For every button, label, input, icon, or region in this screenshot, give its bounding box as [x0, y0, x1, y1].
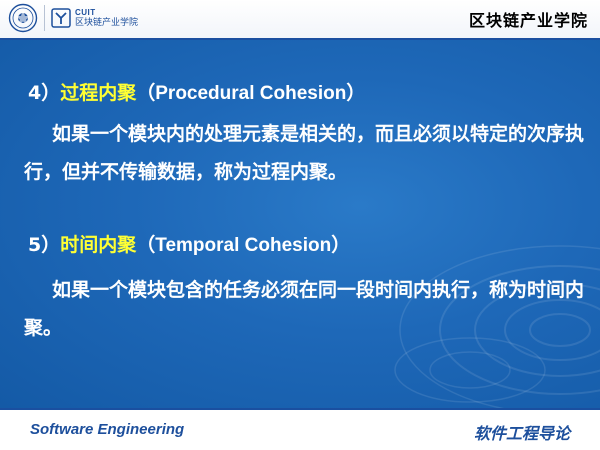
- slide-footer: Software Engineering 软件工程导论: [0, 410, 600, 450]
- section-term: 过程内聚: [60, 82, 137, 104]
- section-heading-temporal: 5）时间内聚（Temporal Cohesion）: [28, 230, 350, 257]
- slide-body: 4）过程内聚（Procedural Cohesion） 如果一个模块内的处理元素…: [0, 40, 600, 408]
- slide-content: 4）过程内聚（Procedural Cohesion） 如果一个模块内的处理元素…: [0, 40, 600, 408]
- logo-divider: [44, 5, 45, 31]
- university-seal-icon: [8, 3, 38, 33]
- logo-text: CUIT 区块链产业学院: [75, 7, 139, 28]
- cuit-logo-icon: [51, 8, 71, 28]
- logo-text-bottom: 区块链产业学院: [75, 17, 139, 28]
- logo-text-top: CUIT: [75, 7, 96, 17]
- school-logo: CUIT 区块链产业学院: [8, 3, 138, 33]
- section-heading-procedural: 4）过程内聚（Procedural Cohesion）: [28, 78, 365, 105]
- section-term: 时间内聚: [60, 234, 137, 256]
- section-paragraph-procedural: 如果一个模块内的处理元素是相关的，而且必须以特定的次序执行，但并不传输数据，称为…: [24, 123, 585, 183]
- section-number: 4）: [28, 82, 61, 104]
- slide: CUIT 区块链产业学院 区块链产业学院 4）过程内聚（Procedural C…: [0, 0, 600, 450]
- footer-course-chinese: 软件工程导论: [473, 424, 570, 443]
- section-paragraph-temporal: 如果一个模块包含的任务必须在同一段时间内执行，称为时间内聚。: [24, 279, 585, 339]
- section-english-term: （Temporal Cohesion）: [136, 235, 351, 256]
- header-title: 区块链产业学院: [468, 11, 588, 30]
- section-number: 5）: [28, 234, 61, 256]
- footer-course-english: Software Engineering: [30, 421, 185, 438]
- section-english-term: （Procedural Cohesion）: [136, 83, 366, 104]
- slide-header: CUIT 区块链产业学院 区块链产业学院: [0, 0, 600, 38]
